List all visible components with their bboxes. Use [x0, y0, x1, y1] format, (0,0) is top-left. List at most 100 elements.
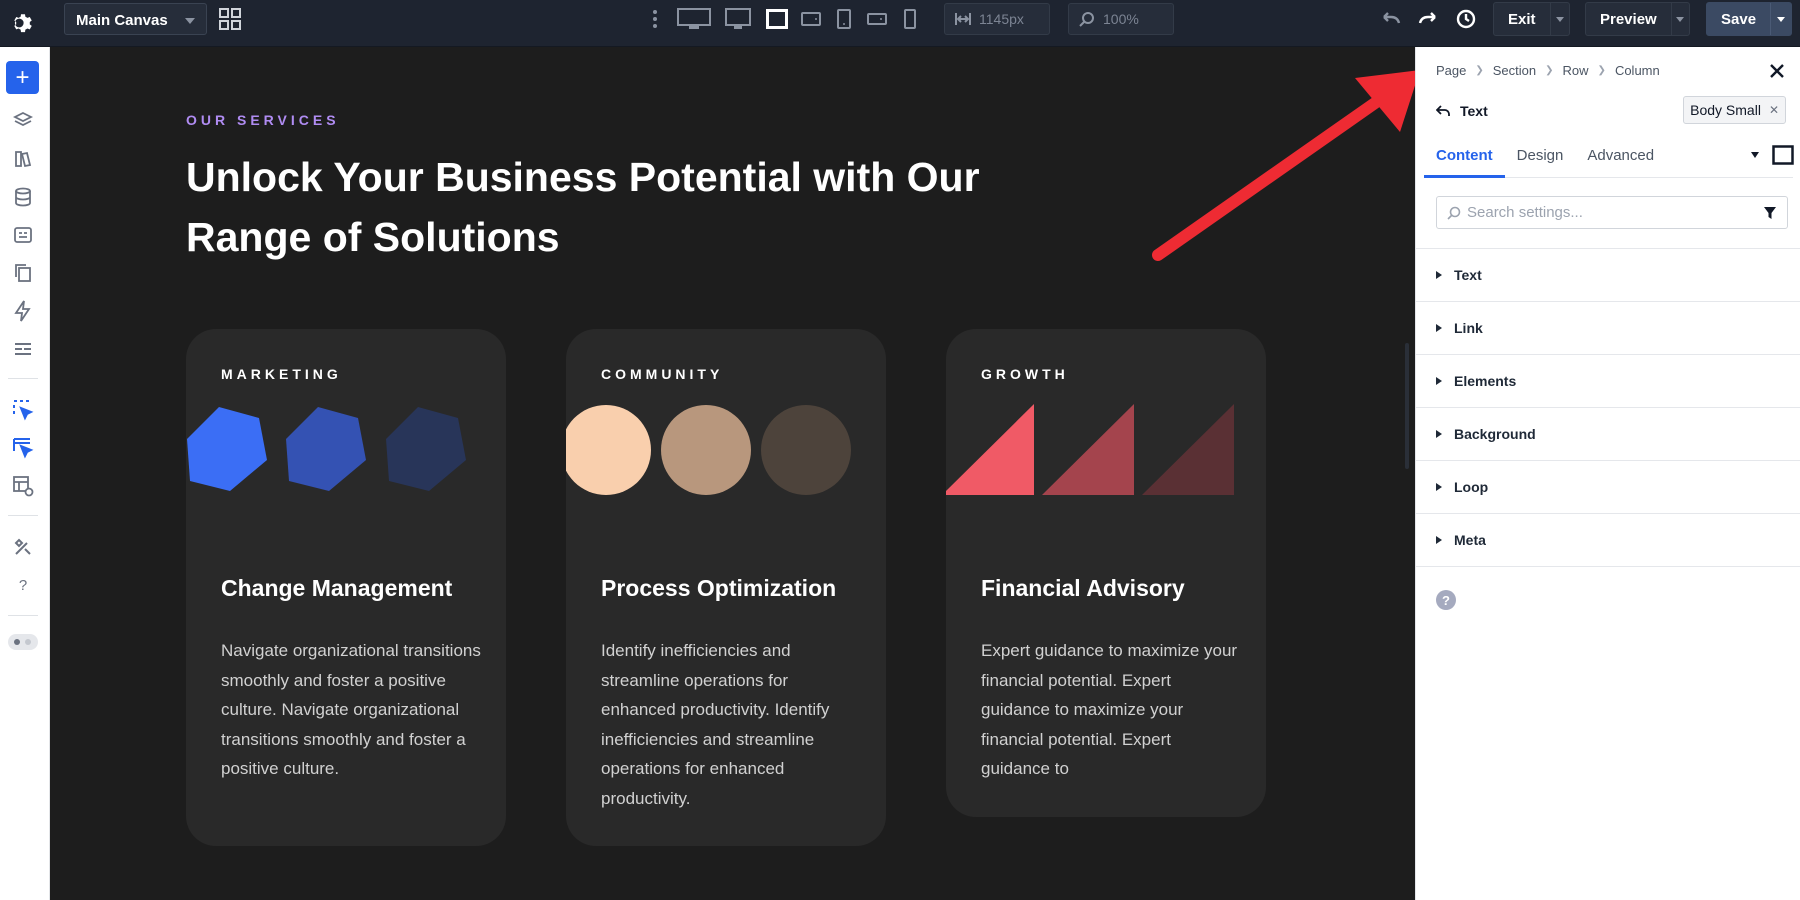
redo-icon[interactable] — [1416, 7, 1440, 31]
section-eyebrow[interactable]: OUR SERVICES — [186, 112, 340, 128]
breadcrumb-item-row[interactable]: Row — [1563, 63, 1589, 78]
history-icon[interactable] — [1454, 7, 1478, 31]
lightning-icon[interactable] — [10, 298, 36, 324]
tab-content[interactable]: Content — [1424, 137, 1505, 178]
device-tablet-icon[interactable] — [836, 5, 852, 33]
help-icon[interactable]: ? — [1436, 590, 1456, 610]
section-toggle-background[interactable]: Background — [1416, 408, 1800, 461]
device-desktop-icon[interactable] — [724, 5, 752, 33]
device-tablet-landscape-icon[interactable] — [800, 5, 822, 33]
breadcrumb-item-page[interactable]: Page — [1436, 63, 1466, 78]
service-card-community[interactable]: COMMUNITY Process Optimization Identify … — [566, 329, 886, 846]
section-toggle-elements[interactable]: Elements — [1416, 355, 1800, 408]
section-toggle-loop[interactable]: Loop — [1416, 461, 1800, 514]
triangle-shape — [946, 404, 1034, 495]
caret-right-icon — [1436, 324, 1442, 332]
circle-shape — [566, 405, 651, 495]
save-label: Save — [1721, 10, 1757, 28]
layers-icon[interactable] — [10, 108, 36, 134]
canvas-width-field[interactable]: 1145px — [944, 3, 1050, 35]
tab-advanced[interactable]: Advanced — [1575, 137, 1666, 178]
circle-shape — [761, 405, 851, 495]
triangle-shape — [1042, 404, 1134, 495]
caret-down-icon[interactable] — [1750, 151, 1760, 159]
breadcrumb-item-column[interactable]: Column — [1615, 63, 1660, 78]
section-toggle-link[interactable]: Link — [1416, 302, 1800, 355]
sections-icon[interactable] — [10, 336, 36, 362]
expand-panel-icon[interactable] — [1772, 145, 1794, 165]
search-settings-input[interactable]: Search settings... — [1436, 196, 1788, 229]
left-rail: + ? — [0, 47, 50, 900]
circle-shapes — [566, 405, 851, 495]
library-icon[interactable] — [10, 146, 36, 172]
more-vertical-icon[interactable] — [650, 8, 660, 30]
card-text: Expert guidance to maximize your financi… — [981, 641, 1238, 779]
grid-icon[interactable] — [218, 7, 242, 31]
zoom-value: 100% — [1103, 11, 1139, 27]
search-icon — [1447, 206, 1461, 220]
rail-divider — [8, 378, 38, 379]
card-text: Identify inefficiencies and streamline o… — [601, 641, 830, 808]
preview-dropdown[interactable] — [1670, 3, 1689, 35]
filter-icon[interactable] — [1763, 206, 1777, 220]
tools-icon[interactable] — [10, 534, 36, 560]
tab-design[interactable]: Design — [1505, 137, 1576, 178]
breadcrumb: Page ❯ Section ❯ Row ❯ Column — [1436, 63, 1660, 78]
back-arrow-icon[interactable] — [1436, 104, 1450, 118]
chevron-down-icon — [1555, 16, 1564, 22]
device-wide-desktop-icon[interactable] — [676, 5, 712, 33]
hexagon-shape — [187, 407, 267, 491]
caret-right-icon — [1436, 483, 1442, 491]
canvas-select[interactable]: Main Canvas — [64, 3, 207, 35]
canvas-select-label: Main Canvas — [76, 12, 168, 29]
preset-badge[interactable]: Body Small ✕ — [1683, 96, 1786, 124]
section-toggle-text[interactable]: Text — [1416, 249, 1800, 302]
exit-dropdown[interactable] — [1549, 3, 1569, 35]
element-name: Text — [1460, 103, 1488, 119]
remove-preset-icon[interactable]: ✕ — [1769, 103, 1779, 117]
gear-icon[interactable] — [8, 8, 38, 38]
chevron-right-icon: ❯ — [1597, 65, 1606, 76]
close-icon[interactable] — [1768, 62, 1786, 80]
builder-canvas[interactable]: OUR SERVICES Unlock Your Business Potent… — [51, 47, 1401, 897]
undo-icon[interactable] — [1379, 7, 1403, 31]
add-button[interactable]: + — [6, 61, 39, 94]
settings-sections: Text Link Elements Background Loop Meta — [1416, 248, 1800, 567]
zoom-field[interactable]: 100% — [1068, 3, 1174, 35]
pages-icon[interactable] — [10, 260, 36, 286]
service-card-growth[interactable]: GROWTH Financial Advisory Expert guidanc… — [946, 329, 1266, 817]
save-button[interactable]: Save — [1706, 2, 1792, 36]
section-label: Background — [1454, 426, 1536, 442]
triangle-shapes — [946, 404, 1234, 495]
breadcrumb-item-section[interactable]: Section — [1493, 63, 1536, 78]
canvas-scrollbar[interactable] — [1405, 343, 1409, 469]
multi-select-icon[interactable] — [10, 435, 36, 461]
database-icon[interactable] — [10, 184, 36, 210]
tab-icons — [1750, 145, 1794, 165]
help-icon[interactable]: ? — [10, 572, 36, 598]
layout-settings-icon[interactable] — [10, 473, 36, 499]
hexagon-shape — [286, 407, 366, 491]
caret-right-icon — [1436, 271, 1442, 279]
top-toolbar: Main Canvas 1145px 100% Exit Preview Sav… — [0, 0, 1800, 47]
section-headline[interactable]: Unlock Your Business Potential with Our … — [186, 147, 1086, 267]
circle-shape — [661, 405, 751, 495]
settings-panel: Page ❯ Section ❯ Row ❯ Column Text Body … — [1415, 47, 1800, 900]
save-dropdown[interactable] — [1770, 3, 1791, 35]
rail-divider — [8, 515, 38, 516]
triangle-shape — [1142, 404, 1234, 495]
exit-button[interactable]: Exit — [1493, 2, 1570, 36]
preview-button[interactable]: Preview — [1585, 2, 1690, 36]
device-phone-landscape-icon[interactable] — [866, 5, 888, 33]
device-laptop-icon[interactable] — [764, 5, 790, 33]
section-toggle-meta[interactable]: Meta — [1416, 514, 1800, 567]
device-phone-icon[interactable] — [903, 5, 917, 33]
preset-label: Body Small — [1690, 102, 1761, 118]
card-label: GROWTH — [981, 366, 1069, 382]
forms-icon[interactable] — [10, 222, 36, 248]
select-icon[interactable] — [10, 397, 36, 423]
section-label: Link — [1454, 320, 1483, 336]
theme-toggle[interactable] — [8, 634, 38, 650]
service-card-marketing[interactable]: MARKETING Change Management Navigate org… — [186, 329, 506, 846]
card-label: COMMUNITY — [601, 366, 724, 382]
